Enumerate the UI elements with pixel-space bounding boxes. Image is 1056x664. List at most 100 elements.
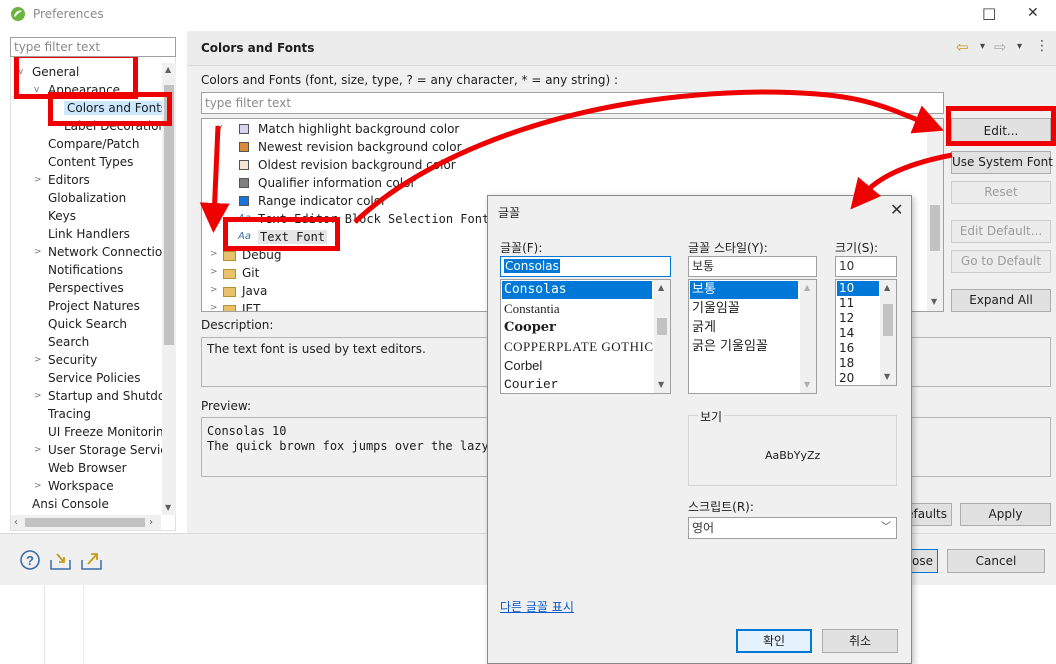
font-scroll-up-icon[interactable]: ▲ [658, 283, 664, 292]
tree-expand-icon[interactable]: > [34, 175, 42, 185]
tree-hscroll-thumb[interactable] [25, 518, 145, 527]
list-item[interactable]: Cooper [502, 319, 652, 337]
color-font-row[interactable]: Oldest revision background color [202, 157, 922, 175]
tree-item[interactable]: Ansi Console [32, 497, 109, 511]
tree-item[interactable]: UI Freeze Monitoring [48, 425, 171, 439]
forward-icon[interactable]: ⇨ [994, 38, 1007, 56]
use-system-font-button[interactable]: Use System Font [951, 151, 1053, 174]
list-item[interactable]: Corbel [502, 357, 652, 375]
tree-item[interactable]: Security [48, 353, 97, 367]
tree-item[interactable]: General [32, 65, 79, 79]
colors-scroll-up-icon[interactable]: ▲ [931, 123, 937, 132]
list-item[interactable]: 보통 [690, 281, 798, 299]
go-to-default-button[interactable]: Go to Default [951, 250, 1051, 273]
tree-item[interactable]: Search [48, 335, 89, 349]
colors-list-scrollbar[interactable]: ▲ ▼ [927, 119, 943, 311]
back-icon[interactable]: ⇦ [956, 38, 969, 56]
tree-expand-icon[interactable]: > [210, 267, 218, 277]
size-list-scrollbar[interactable]: ▲ ▼ [880, 280, 896, 385]
tree-horizontal-scrollbar[interactable]: ‹ › [11, 515, 161, 530]
font-cancel-button[interactable]: 취소 [822, 629, 898, 653]
tree-item[interactable]: Web Browser [48, 461, 127, 475]
size-scroll-down-icon[interactable]: ▼ [884, 372, 890, 381]
view-menu-icon[interactable]: ⋮ [1035, 38, 1049, 54]
colors-scroll-down-icon[interactable]: ▼ [931, 297, 937, 306]
tree-item[interactable]: Network Connection [48, 245, 170, 259]
tree-item[interactable]: Label Decorations [64, 119, 172, 133]
tree-item[interactable]: Compare/Patch [48, 137, 139, 151]
font-ok-button[interactable]: 확인 [736, 629, 812, 653]
colors-filter-input[interactable]: type filter text [201, 92, 944, 114]
size-list-scroll-thumb[interactable] [883, 304, 893, 336]
font-style-input[interactable]: 보통 [688, 256, 817, 277]
tree-expand-icon[interactable]: > [34, 355, 42, 365]
tree-expand-icon[interactable]: > [34, 445, 42, 455]
edit-button[interactable]: Edit... [951, 118, 1051, 145]
style-list-scrollbar[interactable]: ▲ ▼ [800, 280, 816, 393]
list-item[interactable]: Constantia [502, 300, 652, 318]
tree-scroll-down-icon[interactable]: ▼ [165, 503, 171, 512]
tree-expand-icon[interactable]: > [210, 303, 218, 311]
tree-item[interactable]: Startup and Shutdow [48, 389, 175, 403]
list-item[interactable]: 16 [837, 341, 879, 356]
font-list-scroll-thumb[interactable] [657, 318, 667, 335]
tree-item[interactable]: Globalization [48, 191, 126, 205]
list-item[interactable]: 14 [837, 326, 879, 341]
font-size-input[interactable]: 10 [835, 256, 897, 277]
font-name-input[interactable]: Consolas [500, 256, 671, 277]
list-item[interactable]: 굵은 기울임꼴 [690, 338, 798, 356]
list-item[interactable]: 11 [837, 296, 879, 311]
list-item[interactable]: 18 [837, 356, 879, 371]
tree-vertical-scrollbar[interactable]: ▲ ▼ [162, 63, 176, 515]
back-dropdown-icon[interactable]: ▾ [980, 41, 985, 52]
tree-item[interactable]: Quick Search [48, 317, 127, 331]
list-item[interactable]: 12 [837, 311, 879, 326]
font-scroll-down-icon[interactable]: ▼ [658, 380, 664, 389]
list-item[interactable]: COPPERPLATE GOTHIC [502, 338, 653, 356]
tree-collapse-icon[interactable]: v [217, 123, 222, 133]
forward-dropdown-icon[interactable]: ▾ [1017, 41, 1022, 52]
tree-item[interactable]: Tracing [48, 407, 91, 421]
tree-item[interactable]: Editors [48, 173, 90, 187]
tree-collapse-icon[interactable]: v [34, 85, 39, 95]
list-item[interactable]: 20 [837, 371, 879, 385]
help-icon[interactable]: ? [19, 549, 41, 571]
tree-scroll-thumb[interactable] [164, 85, 174, 345]
reset-button[interactable]: Reset [951, 181, 1051, 204]
tree-item[interactable]: Content Types [48, 155, 133, 169]
expand-all-button[interactable]: Expand All [951, 289, 1051, 312]
list-item[interactable]: Courier [502, 376, 652, 393]
tree-item[interactable]: User Storage Service [48, 443, 174, 457]
colors-list-scroll-thumb[interactable] [930, 205, 940, 251]
close-icon[interactable]: ✕ [1027, 5, 1039, 21]
color-font-row[interactable]: Newest revision background color [202, 139, 922, 157]
tree-item[interactable]: Appearance [48, 83, 120, 97]
tree-item[interactable]: Colors and Fonts [64, 101, 171, 115]
tree-item[interactable]: Workspace [48, 479, 114, 493]
export-icon[interactable] [80, 548, 104, 572]
font-dialog-close-icon[interactable]: ✕ [890, 200, 903, 219]
tree-item[interactable]: Notifications [48, 263, 123, 277]
edit-default-button[interactable]: Edit Default... [951, 220, 1051, 243]
list-item[interactable]: 10 [837, 281, 879, 296]
tree-expand-icon[interactable]: > [210, 285, 218, 295]
color-font-row[interactable]: Match highlight background color [202, 121, 922, 139]
tree-item[interactable]: Keys [48, 209, 76, 223]
tree-scroll-right-icon[interactable]: › [149, 517, 153, 528]
tree-item[interactable]: Service Policies [48, 371, 141, 385]
tree-scroll-left-icon[interactable]: ‹ [14, 517, 18, 528]
size-scroll-up-icon[interactable]: ▲ [884, 283, 890, 292]
tree-collapse-icon[interactable]: v [18, 67, 23, 77]
list-item[interactable]: 굵게 [690, 319, 798, 337]
show-more-fonts-link[interactable]: 다른 글꼴 표시 [500, 598, 574, 615]
apply-button[interactable]: Apply [960, 503, 1051, 526]
tree-expand-icon[interactable]: > [34, 247, 42, 257]
tree-expand-icon[interactable]: > [210, 249, 218, 259]
color-font-row[interactable]: Qualifier information color [202, 175, 922, 193]
font-list-scrollbar[interactable]: ▲ ▼ [654, 280, 670, 393]
maximize-icon[interactable]: □ [982, 4, 996, 22]
style-scroll-down-icon[interactable]: ▼ [804, 380, 810, 389]
tree-item[interactable]: Perspectives [48, 281, 124, 295]
list-item[interactable]: Consolas [502, 281, 652, 299]
import-icon[interactable] [49, 550, 73, 572]
